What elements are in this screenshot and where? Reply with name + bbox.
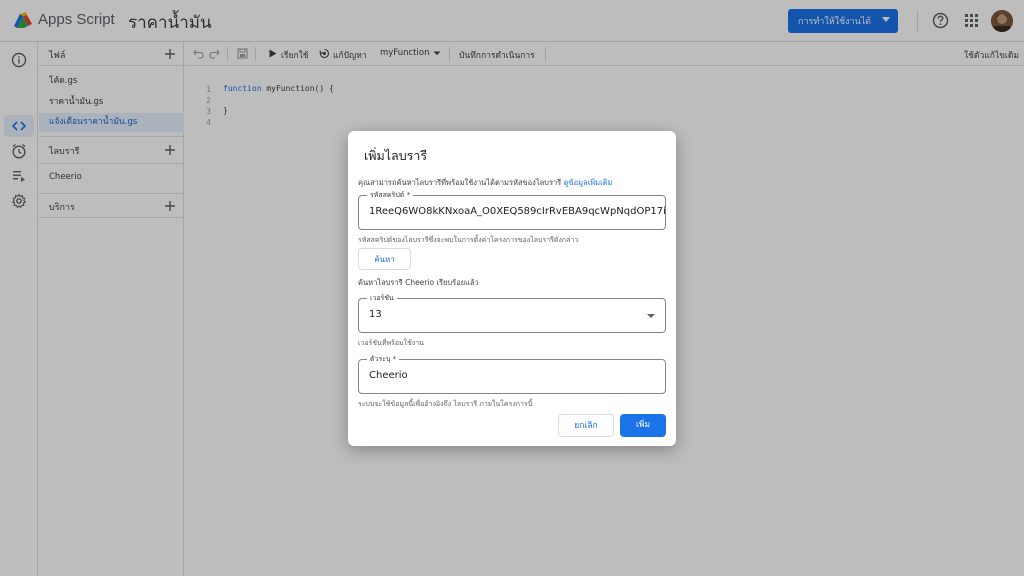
identifier-field[interactable]: ตัวระบุ * Cheerio [358, 354, 666, 394]
dialog-description: คุณสามารถค้นหาไลบรารีที่พร้อมใช้งานได้ตา… [358, 177, 612, 189]
dialog-description-text: คุณสามารถค้นหาไลบรารีที่พร้อมใช้งานได้ตา… [358, 178, 562, 187]
script-id-input[interactable]: 1ReeQ6WO8kKNxoaA_O0XEQ589cIrRvEBA9qcWpNq… [369, 206, 665, 217]
version-value: 13 [369, 309, 382, 320]
script-id-label: รหัสสคริปต์ * [367, 190, 414, 200]
add-button[interactable]: เพิ่ม [620, 414, 666, 437]
learn-more-link[interactable]: ดูข้อมูลเพิ่มเติม [564, 178, 613, 187]
version-helper: เวอร์ชันที่พร้อมใช้งาน [358, 339, 424, 347]
script-id-helper: รหัสสคริปต์ของไลบรารีซึ่งจะพบในการตั้งค่… [358, 236, 579, 244]
identifier-input[interactable]: Cheerio [369, 370, 665, 381]
script-id-field[interactable]: รหัสสคริปต์ * 1ReeQ6WO8kKNxoaA_O0XEQ589c… [358, 190, 666, 230]
add-library-dialog: เพิ่มไลบรารี คุณสามารถค้นหาไลบรารีที่พร้… [348, 131, 676, 446]
identifier-helper: ระบบจะใช้ข้อมูลนี้เพื่ออ้างอิงถึง ไลบราร… [358, 400, 533, 408]
version-select[interactable]: เวอร์ชัน 13 [358, 293, 666, 333]
chevron-down-icon[interactable] [647, 314, 655, 318]
version-label: เวอร์ชัน [367, 293, 397, 303]
lookup-status: ค้นหาไลบรารี Cheerio เรียบร้อยแล้ว [358, 278, 479, 287]
dialog-title: เพิ่มไลบรารี [364, 148, 428, 163]
lookup-button[interactable]: ค้นหา [358, 248, 411, 270]
cancel-button[interactable]: ยกเลิก [558, 414, 614, 437]
identifier-label: ตัวระบุ * [367, 354, 400, 364]
